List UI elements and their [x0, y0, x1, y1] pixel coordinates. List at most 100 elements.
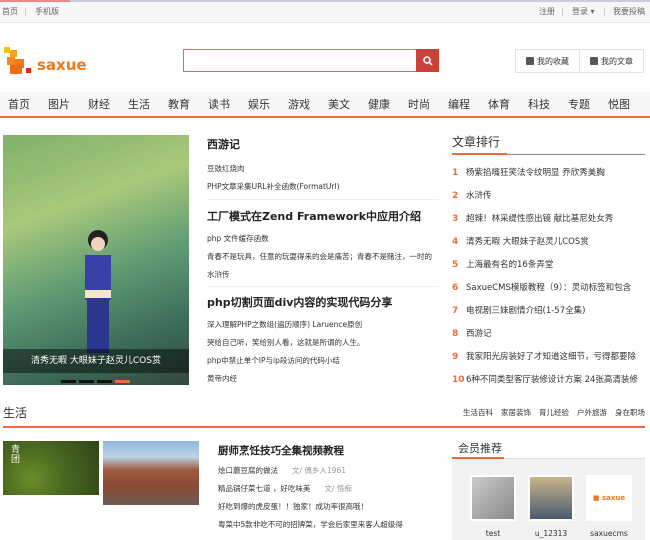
life-tag[interactable]: 家居装饰	[501, 407, 531, 418]
nav-item[interactable]: 首页	[8, 92, 48, 116]
nav-item[interactable]: 悦图	[608, 92, 648, 116]
top-link-mobile[interactable]: 手机版	[35, 2, 59, 22]
life-link[interactable]: 粤菜中5款非吃不可的招牌菜，学会后家里来客人超级得	[218, 520, 403, 529]
logo-text: saxue	[37, 56, 87, 74]
life-link[interactable]: 精品锅仔菜七道 ，好吃味美	[218, 484, 310, 493]
ranking-link: 水浒传	[466, 191, 492, 201]
search-button[interactable]	[416, 49, 439, 72]
rank-number: 10	[452, 375, 465, 385]
life-tags: 生活百科 家居装饰 育儿经验 户外旅游 身在职场	[463, 407, 645, 418]
rank-number: 4	[452, 237, 459, 247]
life-headline[interactable]: 厨师烹饪技巧全集视频教程	[218, 443, 448, 458]
nav-item[interactable]: 专题	[568, 92, 608, 116]
ranking-link: 我家阳光房装好了才知道这细节，亏得都要除	[466, 352, 637, 362]
rank-number: 2	[452, 191, 459, 201]
nav-item[interactable]: 美文	[328, 92, 368, 116]
life-tag[interactable]: 身在职场	[615, 407, 645, 418]
featured-title[interactable]: 工厂模式在Zend Framework中应用介绍	[207, 208, 439, 224]
life-tag[interactable]: 户外旅游	[577, 407, 607, 418]
nav-item[interactable]: 编程	[448, 92, 488, 116]
ranking-item[interactable]: 1 杨紫掐嘴狂笑法令纹明显 乔欣秀美胸	[452, 162, 645, 185]
featured-title[interactable]: 西游记	[207, 136, 439, 152]
favorites-button[interactable]: 我的收藏	[516, 50, 579, 72]
featured-link[interactable]: 豆豉红烧肉	[207, 160, 439, 178]
life-section-title[interactable]: 生活	[3, 404, 27, 421]
rank-number: 8	[452, 329, 459, 339]
main-nav: 首页 图片 财经 生活 教育 读书 娱乐 游戏 美文 健康 时尚 编程 体育 科技 专题 悦图	[0, 92, 650, 118]
featured-link[interactable]: 黄帝内经	[207, 370, 439, 388]
member-card[interactable]: u_12313	[528, 475, 574, 538]
chart-icon	[590, 57, 598, 65]
featured-link[interactable]: 青春不是玩具，任意的玩耍得来的会是痛苦；青春不是赌注，一时的	[207, 248, 439, 266]
life-item: 烩口蘑豆腐的做法 文/ 偶乡人1961	[218, 462, 448, 480]
ranking-item[interactable]: 8 西游记	[452, 323, 645, 346]
slide-image	[85, 230, 111, 353]
nav-item[interactable]: 图片	[48, 92, 88, 116]
slider-dot[interactable]	[97, 380, 112, 383]
featured-link[interactable]: 水浒传	[207, 266, 439, 284]
slider-dots	[61, 380, 130, 383]
ranking-item[interactable]: 3 超辣！林采缇性感出镜 献比基尼处女秀	[452, 208, 645, 231]
life-link[interactable]: 好吃到爆的虎皮蛋！！独家！成功率很高哦！	[218, 502, 368, 511]
member-name: test	[485, 529, 501, 538]
rank-number: 7	[452, 306, 459, 316]
ranking-item[interactable]: 4 清秀无暇 大眼妹子赵灵儿COS赏	[452, 231, 645, 254]
featured-title[interactable]: php切割页面div内容的实现代码分享	[207, 294, 439, 310]
member-card[interactable]: ■ saxue saxuecms	[586, 475, 632, 538]
image-text: 青团	[11, 445, 21, 465]
life-image-city[interactable]	[103, 441, 199, 505]
slider-dot[interactable]	[79, 380, 94, 383]
search-input[interactable]	[183, 49, 417, 72]
avatar: ■ saxue	[586, 475, 632, 521]
ranking-item[interactable]: 10 6种不同类型客厅装修设计方案 24张高清装修	[452, 369, 645, 392]
my-articles-button[interactable]: 我的文章	[579, 50, 643, 72]
nav-item[interactable]: 读书	[208, 92, 248, 116]
nav-item[interactable]: 科技	[528, 92, 568, 116]
nav-item[interactable]: 娱乐	[248, 92, 288, 116]
featured-link[interactable]: php中禁止单个IP与ip段访问的代码小结	[207, 352, 439, 370]
life-image-qingtuan[interactable]: 青团	[3, 441, 99, 495]
nav-item[interactable]: 健康	[368, 92, 408, 116]
ranking-item[interactable]: 5 上海最有名的16条弄堂	[452, 254, 645, 277]
ranking-link: 上海最有名的16条弄堂	[466, 260, 554, 270]
top-link-register[interactable]: 注册	[539, 2, 555, 22]
ranking-link: 电视剧三妹剧情介绍(1-57全集)	[466, 306, 586, 316]
nav-item[interactable]: 教育	[168, 92, 208, 116]
nav-item[interactable]: 游戏	[288, 92, 328, 116]
slider-dot-active[interactable]	[115, 380, 130, 383]
ranking-item[interactable]: 7 电视剧三妹剧情介绍(1-57全集)	[452, 300, 645, 323]
ranking-item[interactable]: 6 SaxueCMS模版教程（9）：灵动标签和包含	[452, 277, 645, 300]
ranking-title: 文章排行	[452, 133, 645, 155]
featured-group: php切割页面div内容的实现代码分享 深入理解PHP之数组(遍历顺序) Lar…	[207, 286, 439, 388]
my-articles-label: 我的文章	[601, 56, 633, 66]
nav-item[interactable]: 生活	[128, 92, 168, 116]
rank-number: 9	[452, 352, 459, 362]
featured-link[interactable]: PHP文章采集URL补全函数(FormatUrl)	[207, 178, 439, 196]
featured-link[interactable]: php 文件缓存函数	[207, 230, 439, 248]
featured-link[interactable]: 深入理解PHP之数组(遍历顺序) Laruence原创	[207, 316, 439, 334]
top-link-home[interactable]: 首页	[2, 2, 18, 22]
site-logo[interactable]: saxue	[3, 46, 88, 76]
login-dropdown[interactable]: 登录 ▾	[572, 2, 595, 22]
nav-item[interactable]: 体育	[488, 92, 528, 116]
life-tag[interactable]: 生活百科	[463, 407, 493, 418]
rank-number: 5	[452, 260, 459, 270]
ranking-link: 超辣！林采缇性感出镜 献比基尼处女秀	[466, 214, 614, 224]
life-link[interactable]: 烩口蘑豆腐的做法	[218, 466, 278, 475]
separator: |	[561, 7, 564, 16]
top-link-submit[interactable]: 我要投稿	[613, 2, 645, 22]
favorites-label: 我的收藏	[537, 56, 569, 66]
slider-dot[interactable]	[61, 380, 76, 383]
member-card[interactable]: test	[470, 475, 516, 538]
ranking-item[interactable]: 2 水浒传	[452, 185, 645, 208]
life-tag[interactable]: 育儿经验	[539, 407, 569, 418]
ranking-item[interactable]: 9 我家阳光房装好了才知道这细节，亏得都要除	[452, 346, 645, 369]
featured-slider[interactable]: 清秀无暇 大眼妹子赵灵儿COS赏	[3, 135, 189, 385]
ranking-link: SaxueCMS模版教程（9）：灵动标签和包含	[466, 283, 632, 293]
ranking-link: 6种不同类型客厅装修设计方案 24张高清装修	[466, 375, 638, 385]
nav-item[interactable]: 财经	[88, 92, 128, 116]
nav-item[interactable]: 时尚	[408, 92, 448, 116]
featured-link[interactable]: 哭给自己听，笑给别人看，这就是所谓的人生。	[207, 334, 439, 352]
bookmark-icon	[526, 57, 534, 65]
search-icon	[422, 55, 433, 66]
